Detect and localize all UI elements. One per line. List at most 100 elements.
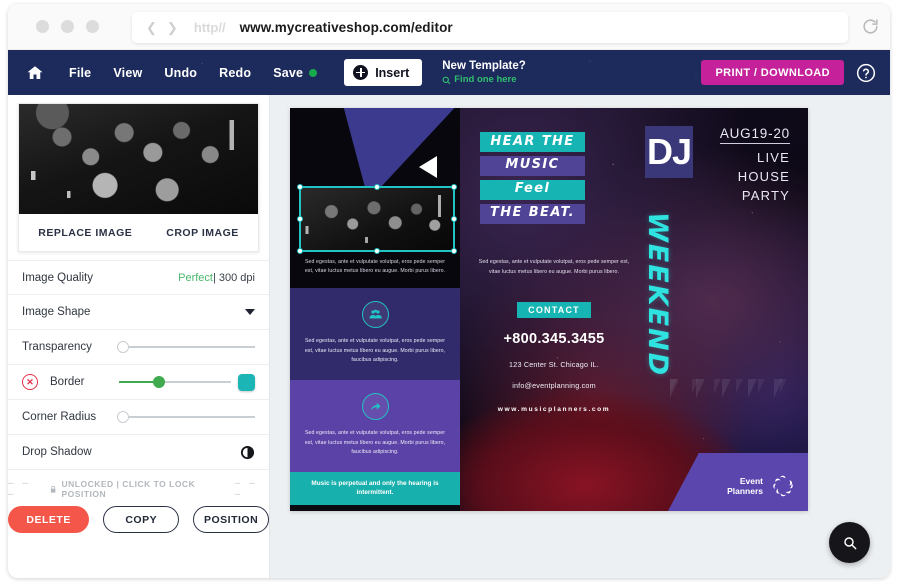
slider-track — [117, 346, 255, 348]
contact-phone[interactable]: +800.345.3455 — [474, 331, 634, 347]
insert-button[interactable]: Insert — [344, 59, 423, 86]
image-quality-rating: Perfect — [178, 271, 213, 284]
transparency-slider[interactable] — [117, 340, 255, 354]
home-icon[interactable] — [26, 64, 44, 82]
image-shape-label: Image Shape — [22, 306, 91, 318]
menu-redo[interactable]: Redo — [208, 66, 262, 80]
lock-icon — [51, 485, 56, 493]
dash-left: – – – — [8, 478, 31, 500]
menu-save[interactable]: Save — [262, 66, 328, 80]
nav-arrows: ❮ ❯ — [132, 21, 188, 34]
menu-view[interactable]: View — [102, 66, 153, 80]
close-window-button[interactable] — [36, 20, 49, 33]
action-button-row: DELETE COPY POSITION — [8, 506, 270, 533]
row-image-quality: Image Quality Perfect | 300 dpi — [8, 260, 269, 295]
contact-body-text[interactable]: Sed egestas, ante et vulputate volutpat,… — [474, 258, 634, 278]
row-transparency: Transparency — [8, 330, 269, 365]
slider-track — [117, 416, 255, 418]
address-bar[interactable]: ❮ ❯ http// www.mycreativeshop.com/editor — [132, 12, 848, 43]
property-rows: Image Quality Perfect | 300 dpi Image Sh… — [8, 260, 269, 470]
zoom-button[interactable] — [829, 522, 870, 563]
event-info[interactable]: AUG19-20 LIVE HOUSE PARTY — [719, 126, 790, 206]
slider-knob[interactable] — [152, 375, 165, 388]
share-arrow-icon — [361, 392, 389, 420]
print-download-button[interactable]: PRINT / DOWNLOAD — [701, 60, 844, 85]
slogan-line-2: MUSIC — [480, 155, 585, 176]
new-template-title: New Template? — [442, 59, 526, 72]
crop-image-button[interactable]: CROP IMAGE — [166, 227, 238, 239]
image-action-row: REPLACE IMAGE CROP IMAGE — [19, 214, 258, 251]
image-quality-label: Image Quality — [22, 271, 93, 284]
row-drop-shadow: Drop Shadow — [8, 435, 269, 470]
border-slider[interactable] — [119, 375, 231, 389]
flyer-contact-column: Sed egestas, ante et vulputate volutpat,… — [474, 258, 634, 413]
contrast-icon[interactable] — [240, 445, 255, 460]
border-color-swatch[interactable] — [238, 373, 255, 391]
new-template-block[interactable]: New Template? Find one here — [442, 59, 526, 86]
forward-icon[interactable]: ❯ — [167, 21, 178, 34]
find-template-label: Find one here — [454, 74, 517, 86]
row-image-shape[interactable]: Image Shape — [8, 295, 269, 330]
find-template-link[interactable]: Find one here — [442, 74, 526, 86]
flyer-document[interactable]: Sed egestas, ante et vulputate volutpat,… — [290, 108, 808, 511]
contact-chip[interactable]: CONTACT — [517, 301, 591, 318]
border-none-icon[interactable]: ✕ — [22, 374, 38, 390]
maximize-window-button[interactable] — [86, 20, 99, 33]
insert-label: Insert — [375, 65, 410, 80]
event-line-2: HOUSE — [737, 168, 790, 184]
flyer-quote-banner[interactable]: Music is perpetual and only the hearing … — [290, 471, 460, 505]
event-planners-logo[interactable]: Event Planners — [727, 473, 796, 499]
toolbar-right: PRINT / DOWNLOAD — [701, 60, 890, 85]
back-icon[interactable]: ❮ — [146, 21, 157, 34]
image-shape-dropdown[interactable] — [245, 309, 255, 315]
magnifier-icon — [843, 536, 856, 549]
menu-file[interactable]: File — [58, 66, 102, 80]
scheme-chip: http// — [193, 20, 226, 35]
event-date: AUG19-20 — [719, 126, 790, 144]
window-traffic-lights — [36, 20, 99, 33]
lock-position-label: UNLOCKED | CLICK TO LOCK POSITION — [61, 479, 196, 499]
flyer-feature-block-2[interactable]: Sed egestas, ante et vulputate volutpat,… — [290, 379, 460, 472]
slider-knob[interactable] — [117, 410, 129, 423]
contact-address[interactable]: 123 Center St. Chicago IL. — [474, 360, 634, 369]
corner-radius-label: Corner Radius — [22, 411, 97, 423]
replace-image-button[interactable]: REPLACE IMAGE — [38, 227, 132, 239]
copy-button[interactable]: COPY — [103, 506, 180, 533]
url-text[interactable]: www.mycreativeshop.com/editor — [232, 20, 453, 35]
light-bars-decoration — [670, 379, 790, 449]
slider-knob[interactable] — [117, 340, 129, 353]
delete-button[interactable]: DELETE — [8, 506, 90, 533]
canvas-area[interactable]: Sed egestas, ante et vulputate volutpat,… — [270, 95, 890, 578]
image-thumbnail[interactable] — [19, 104, 258, 214]
position-button[interactable]: POSITION — [193, 506, 270, 533]
minimize-window-button[interactable] — [61, 20, 74, 33]
weekend-vertical-text[interactable]: WEEKEND — [642, 212, 673, 377]
contact-email[interactable]: info@eventplanning.com — [474, 381, 634, 390]
slider-fill — [119, 381, 155, 383]
feature-block-2-body: Sed egestas, ante et vulputate volutpat,… — [304, 429, 446, 456]
menu-undo[interactable]: Undo — [153, 66, 208, 80]
contact-website[interactable]: www.musicplanners.com — [474, 406, 634, 413]
panel-left-caption[interactable]: Sed egestas, ante et vulputate volutpat,… — [300, 258, 450, 276]
flyer-panel-left: Sed egestas, ante et vulputate volutpat,… — [290, 108, 460, 511]
reload-icon[interactable] — [861, 17, 880, 36]
swirl-logo-icon — [770, 473, 796, 499]
lock-position-row[interactable]: – – – UNLOCKED | CLICK TO LOCK POSITION … — [8, 476, 269, 502]
corner-radius-slider[interactable] — [117, 410, 255, 424]
browser-window: ❮ ❯ http// www.mycreativeshop.com/editor… — [8, 4, 890, 578]
flyer-slogan[interactable]: HEAR THE MUSIC Feel THE BEAT. — [480, 132, 585, 224]
flyer-feature-block-1[interactable]: Sed egestas, ante et vulputate volutpat,… — [290, 288, 460, 380]
chevron-down-icon — [245, 309, 255, 315]
help-circle-icon[interactable] — [856, 63, 876, 83]
white-triangle-shape — [419, 156, 437, 178]
save-label: Save — [273, 65, 304, 80]
selected-image-object[interactable] — [301, 188, 453, 250]
flyer-panel-right: HEAR THE MUSIC Feel THE BEAT. DJ AUG19-2… — [460, 108, 808, 511]
slogan-line-4: THE BEAT. — [480, 203, 585, 224]
lock-position-text[interactable]: UNLOCKED | CLICK TO LOCK POSITION — [49, 479, 228, 499]
flyer-panel-left-top: Sed egestas, ante et vulputate volutpat,… — [290, 108, 460, 288]
app-toolbar: File View Undo Redo Save Insert New Temp… — [8, 50, 890, 95]
dj-badge[interactable]: DJ — [645, 126, 693, 178]
transparency-label: Transparency — [22, 341, 92, 353]
logo-text: Event Planners — [727, 476, 763, 496]
